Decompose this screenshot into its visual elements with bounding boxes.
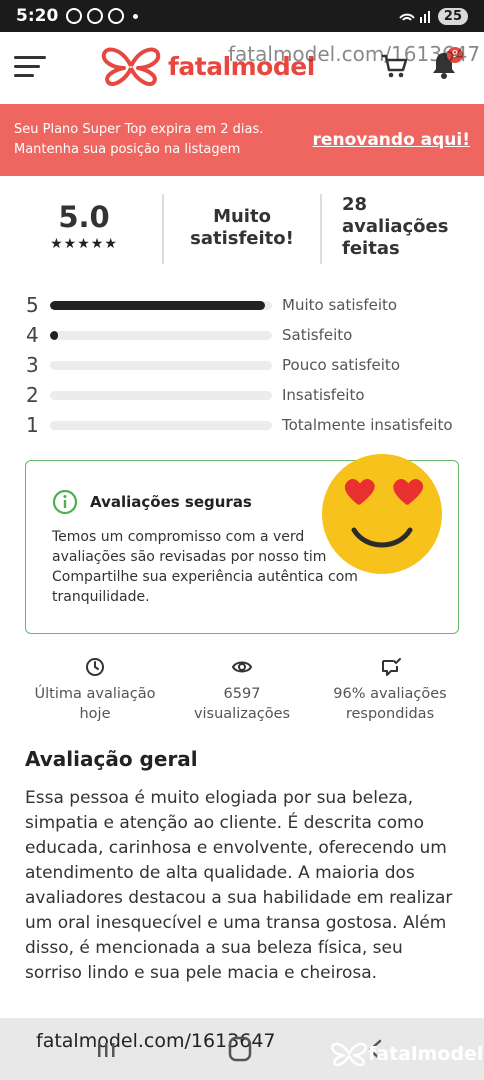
status-time: 5:20 [16, 6, 59, 26]
stat-label: visualizações [193, 706, 291, 722]
home-icon[interactable] [228, 1036, 252, 1062]
stat-value: hoje [79, 706, 111, 722]
watermark-top: fatalmodel.com/1613647 [228, 42, 481, 66]
signal-icon [399, 11, 430, 23]
renew-link[interactable]: renovando aqui! [313, 130, 470, 150]
overall-review-title: Avaliação geral [25, 747, 198, 771]
review-count-value: 28 [342, 194, 368, 215]
app-notification-icon [108, 8, 125, 24]
whatsapp-business-icon [87, 8, 104, 24]
review-count-line-3: feitas [342, 238, 400, 259]
rating-label: Insatisfeito [282, 386, 365, 404]
score-value: 5.0 [58, 200, 110, 234]
review-count-line-2: avaliações [342, 216, 449, 237]
whatsapp-icon [66, 8, 83, 24]
bottom-logo: fatalmodel [330, 1040, 483, 1068]
butterfly-logo-icon [101, 47, 161, 87]
rating-row-1: 1 Totalmente insatisfeito [26, 410, 466, 440]
stat-last-review: Última avaliação hoje [20, 656, 170, 724]
heart-eyes-emoji-icon [322, 454, 442, 574]
star-rating: ★★★★★ [50, 236, 118, 252]
satisfaction-summary: Muito satisfeito! [172, 206, 312, 250]
rating-label: Satisfeito [282, 326, 353, 344]
rating-bar-track [50, 390, 272, 400]
status-notification-icons [66, 8, 139, 24]
stat-value: 96% avaliações [333, 686, 447, 702]
divider [320, 194, 322, 264]
average-score: 5.0 ★★★★★ [30, 200, 138, 252]
satisfaction-line-1: Muito [213, 206, 271, 227]
overall-review-text: Essa pessoa é muito elogiada por sua bel… [25, 788, 453, 983]
satisfaction-line-2: satisfeito! [190, 228, 294, 249]
rating-label: Muito satisfeito [282, 296, 398, 314]
rating-bar-fill [50, 330, 58, 340]
rating-stars: 4 [26, 323, 39, 347]
rating-stars: 1 [26, 413, 39, 437]
secure-reviews-title: Avaliações seguras [90, 493, 252, 511]
rating-bar-track [50, 330, 272, 340]
banner-text: Seu Plano Super Top expira em 2 dias. Ma… [14, 120, 313, 160]
rating-stars: 3 [26, 353, 39, 377]
rating-summary: 5.0 ★★★★★ Muito satisfeito! 28 avaliaçõe… [0, 190, 484, 268]
secure-reviews-header: Avaliações seguras [52, 489, 252, 515]
rating-bar-fill [50, 300, 266, 310]
rating-bar-track [50, 420, 272, 430]
rating-distribution: 5 Muito satisfeito 4 Satisfeito 3 Pouco … [26, 290, 466, 440]
more-notifications-icon [133, 13, 139, 19]
chat-check-icon [382, 658, 401, 676]
rating-stars: 5 [26, 293, 39, 317]
battery-icon: 25 [437, 7, 468, 25]
clock-icon [86, 658, 104, 676]
review-count: 28 avaliações feitas [342, 194, 482, 260]
info-icon [52, 489, 78, 515]
eye-icon [231, 661, 253, 673]
bottom-logo-text: fatalmodel [368, 1043, 484, 1065]
stats-row: Última avaliação hoje 6597 visualizações… [0, 656, 484, 736]
divider [162, 194, 164, 264]
rating-bar-track [50, 360, 272, 370]
rating-bar-track [50, 300, 272, 310]
rating-row-3: 3 Pouco satisfeito [26, 350, 466, 380]
stat-value: 6597 [223, 686, 261, 702]
stat-views: 6597 visualizações [167, 656, 317, 724]
secure-text-line-4: tranquilidade. [52, 589, 150, 605]
rating-row-4: 4 Satisfeito [26, 320, 466, 350]
rating-stars: 2 [26, 383, 39, 407]
banner-line-1: Seu Plano Super Top expira em 2 dias. [14, 122, 264, 137]
status-bar: 5:20 25 [0, 0, 484, 32]
rating-label: Pouco satisfeito [282, 356, 400, 374]
stat-label: Última avaliação [34, 686, 156, 702]
banner-line-2: Mantenha sua posição na listagem [14, 142, 241, 157]
hamburger-menu-icon[interactable] [14, 56, 46, 80]
butterfly-logo-icon [331, 1042, 367, 1067]
recent-apps-icon[interactable] [96, 1040, 116, 1060]
stat-responses: 96% avaliações respondidas [315, 656, 465, 724]
rating-row-5: 5 Muito satisfeito [26, 290, 466, 320]
rating-label: Totalmente insatisfeito [282, 416, 453, 434]
plan-expiry-banner: Seu Plano Super Top expira em 2 dias. Ma… [0, 104, 484, 176]
stat-label: respondidas [345, 706, 435, 722]
rating-row-2: 2 Insatisfeito [26, 380, 466, 410]
